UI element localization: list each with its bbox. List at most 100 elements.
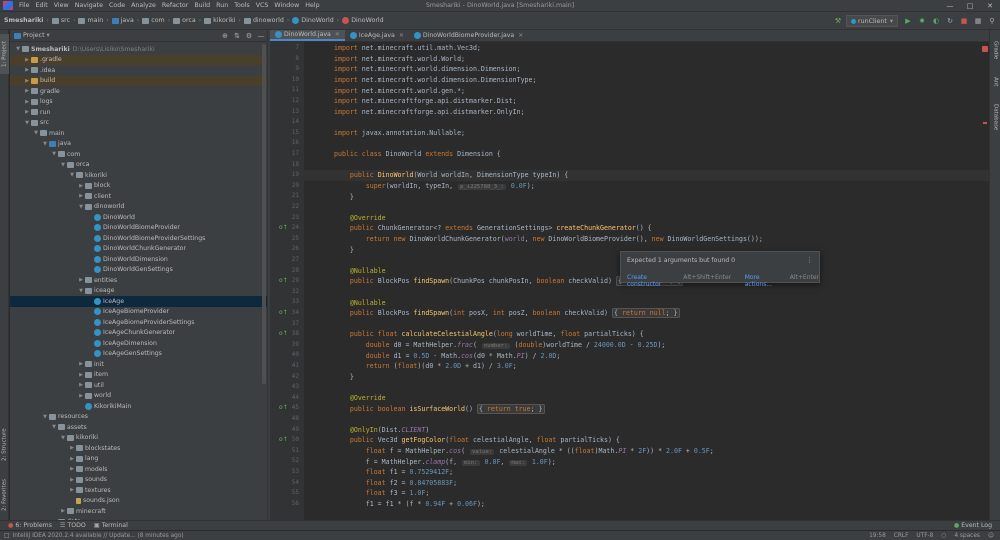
code-line[interactable]: super(worldIn, typeIn, p_i225788_3_: 0.0… [304,181,989,192]
stop-icon[interactable]: ■ [958,15,970,27]
chevron-right-icon[interactable]: ▶ [77,183,85,189]
code-line[interactable]: import net.minecraft.util.math.Vec3d; [304,43,989,54]
structure-icon[interactable]: ▦ [972,15,984,27]
tree-item[interactable]: IceAge [10,296,267,307]
chevron-right-icon[interactable]: ▶ [23,57,31,63]
breadcrumb-item[interactable]: DinoWorld [342,17,384,24]
code-line[interactable]: @Override [304,213,989,224]
close-tab-icon[interactable]: ✕ [335,31,340,38]
close-icon[interactable]: ✕ [980,0,1000,12]
tree-item[interactable]: ▶ block [10,181,267,192]
tool-favorites[interactable]: 2: Favorites [0,475,9,515]
code-line[interactable]: public Vec3d getFogColor(float celestial… [304,435,989,446]
tree-item[interactable]: ▼ assets [10,422,267,433]
minimize-icon[interactable]: — [940,0,960,12]
chevron-down-icon[interactable]: ▼ [41,141,49,147]
code-line[interactable]: f = MathHelper.clamp(f, min: 0.0F, max: … [304,456,989,467]
tree-item[interactable]: ▶ .gradle [10,54,267,65]
chevron-right-icon[interactable]: ▶ [68,466,76,472]
run-icon[interactable]: ▶ [902,15,914,27]
code-line[interactable]: import net.minecraft.world.World; [304,54,989,65]
code-line[interactable]: float f3 = 1.0F; [304,488,989,499]
tree-item[interactable]: DinoWorldBiomeProvider [10,223,267,234]
tree-item[interactable]: ▶ logs [10,97,267,108]
menu-file[interactable]: File [16,2,33,9]
menu-help[interactable]: Help [302,2,322,9]
code-line[interactable]: public BlockPos findSpawn(int posX, int … [304,308,989,319]
chevron-right-icon[interactable]: ▶ [23,99,31,105]
override-gutter-icon[interactable]: o↑ [279,436,288,443]
tree-item[interactable]: ▼ com [10,149,267,160]
code-line[interactable]: import net.minecraft.world.dimension.Dim… [304,75,989,86]
chevron-right-icon[interactable]: ▶ [77,393,85,399]
menu-tools[interactable]: Tools [231,2,253,9]
tool-terminal[interactable]: ▣ Terminal [94,522,128,529]
tree-item[interactable]: KikorikiMain [10,401,267,412]
caret-position[interactable]: 19:58 [869,533,886,539]
tree-item[interactable]: ▼ kikoriki [10,433,267,444]
close-tab-icon[interactable]: ✕ [518,32,523,39]
tree-root[interactable]: ▼ Smeshariki D:\Users\Lisiko\Smeshariki [10,44,267,55]
status-toggle-icon[interactable]: □ [4,533,9,539]
tool-database[interactable]: Database [990,100,1000,134]
menu-run[interactable]: Run [213,2,231,9]
chevron-right-icon[interactable]: ▶ [77,361,85,367]
tree-item[interactable]: ▶ blockstates [10,443,267,454]
tree-item[interactable]: ▶ gradle [10,86,267,97]
tree-item[interactable]: ▶ .idea [10,65,267,76]
breadcrumb-item[interactable]: orca [173,17,196,24]
chevron-right-icon[interactable]: ▶ [77,382,85,388]
chevron-right-icon[interactable]: ▶ [68,487,76,493]
error-indicator-icon[interactable] [982,46,988,52]
chevron-down-icon[interactable]: ▼ [77,288,85,294]
code-line[interactable]: } [304,191,989,202]
error-mark[interactable] [983,122,987,124]
breadcrumb-item[interactable]: com [142,17,165,24]
chevron-down-icon[interactable]: ▼ [32,130,40,136]
collapse-all-icon[interactable]: ⇅ [231,32,243,40]
tree-item[interactable]: DinoWorld [10,212,267,223]
tree-item[interactable]: ▼ kikoriki [10,170,267,181]
override-gutter-icon[interactable]: o↑ [279,404,288,411]
code-line[interactable] [304,202,989,213]
tool-ant[interactable]: Ant [990,72,1000,92]
tree-item[interactable]: ▶ sounds [10,475,267,486]
tree-item[interactable]: DinoWorldDimension [10,254,267,265]
chevron-down-icon[interactable]: ▼ [50,424,58,430]
tree-item[interactable]: ▶ init [10,359,267,370]
menu-build[interactable]: Build [191,2,213,9]
tree-item[interactable]: ▶ entities [10,275,267,286]
override-gutter-icon[interactable]: o↑ [279,277,288,284]
tool-todo[interactable]: ☰ TODO [60,522,86,529]
code-line[interactable] [304,138,989,149]
editor-tab[interactable]: DinoWorldBiomeProvider.java ✕ [409,30,528,41]
tree-item[interactable]: ▼ orca [10,160,267,171]
tree-item[interactable]: IceAgeGenSettings [10,349,267,360]
code-line[interactable] [304,414,989,425]
tree-item[interactable]: ▼ iceage [10,286,267,297]
breadcrumb-item[interactable]: kikoriki [204,17,236,24]
run-config-select[interactable]: runClient ▾ [846,15,898,27]
code-line[interactable]: @OnlyIn(Dist.CLIENT) [304,425,989,436]
tree-item[interactable]: IceAgeBiomeProvider [10,307,267,318]
code-line[interactable] [304,287,989,298]
breadcrumb-item[interactable]: java [111,17,134,24]
chevron-right-icon[interactable]: ▶ [68,477,76,483]
tree-item[interactable]: IceAgeDimension [10,338,267,349]
code-line[interactable]: import net.minecraft.world.dimension.Dim… [304,64,989,75]
tree-item[interactable]: DinoWorldBiomeProviderSettings [10,233,267,244]
menu-view[interactable]: View [51,2,72,9]
tree-item[interactable]: IceAgeBiomeProviderSettings [10,317,267,328]
tree-item[interactable]: ▶ models [10,464,267,475]
line-separator[interactable]: CRLF [894,533,909,539]
menu-edit[interactable]: Edit [33,2,51,9]
close-tab-icon[interactable]: ✕ [399,32,404,39]
code-line[interactable]: public boolean isSurfaceWorld() { return… [304,403,989,414]
code-line[interactable]: } [304,372,989,383]
debug-icon[interactable]: ✹ [916,15,928,27]
tool-project[interactable]: 1: Project [0,34,9,74]
hammer-icon[interactable]: ⚒ [832,15,844,27]
chevron-right-icon[interactable]: ▶ [23,78,31,84]
indent-setting[interactable]: 4 spaces [954,533,980,539]
chevron-down-icon[interactable]: ▼ [41,414,49,420]
